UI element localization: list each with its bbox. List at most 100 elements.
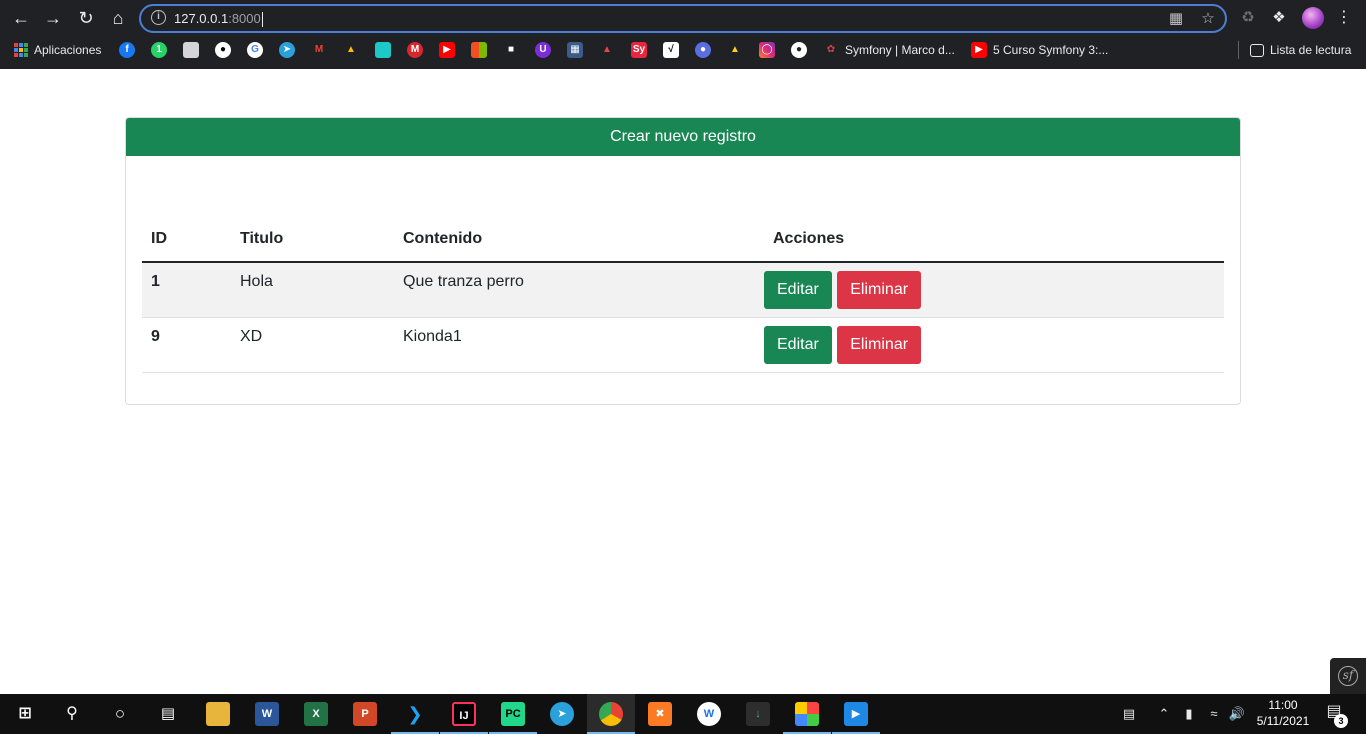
home-icon[interactable]: ⌂	[106, 6, 130, 30]
table-header-row: ID Titulo Contenido Acciones	[142, 222, 1224, 263]
math-app-icon[interactable]: √	[663, 41, 679, 59]
forward-arrow-icon[interactable]: →	[41, 6, 65, 30]
browser-app-icon[interactable]: W	[697, 702, 721, 726]
cortana-icon[interactable]: ○	[108, 702, 132, 726]
cell-actions: Editar Eliminar	[764, 262, 1224, 318]
bookmark-symfony[interactable]: ✿ Symfony | Marco d...	[823, 41, 955, 59]
qr-code-icon[interactable]: ▦	[1167, 10, 1185, 28]
address-url[interactable]: 127.0.0.1:8000	[174, 10, 263, 28]
powerpoint-icon[interactable]: P	[353, 702, 377, 726]
microsoft-icon[interactable]	[471, 41, 487, 59]
reading-list-icon	[1250, 43, 1264, 57]
bookmark-label: Aplicaciones	[34, 43, 102, 57]
tray-chevron-icon[interactable]: ⌃	[1156, 706, 1172, 722]
bookmark-label: Symfony | Marco d...	[845, 43, 955, 57]
edit-button[interactable]: Editar	[764, 271, 832, 309]
globe-icon[interactable]: ●	[791, 41, 807, 59]
excel-icon[interactable]: X	[304, 702, 328, 726]
cell-contenido: Que tranza perro	[394, 262, 764, 318]
gmail-icon[interactable]: M	[311, 41, 327, 59]
clock-time: 11:00	[1268, 698, 1298, 712]
symfony-icon: ✿	[823, 42, 839, 58]
word-icon[interactable]: W	[255, 702, 279, 726]
browser-chrome: ← → ↻ ⌂ i 127.0.0.1:8000 ▦ ☆ ♻ ❖ ⋮ Aplic…	[0, 0, 1366, 69]
u-app-icon[interactable]: U	[535, 41, 551, 59]
news-widget-icon[interactable]: ▤	[1116, 706, 1142, 722]
triangle-app-icon[interactable]: ▲	[599, 41, 615, 59]
battery-icon[interactable]: ▮	[1180, 706, 1198, 722]
reading-list-label: Lista de lectura	[1270, 43, 1352, 57]
task-view-icon[interactable]: ▤	[156, 702, 180, 726]
google-icon[interactable]: G	[247, 41, 263, 59]
recycle-extension-icon[interactable]: ♻	[1237, 7, 1259, 29]
create-record-button[interactable]: Crear nuevo registro	[126, 118, 1240, 156]
records-table: ID Titulo Contenido Acciones 1 Hola Que …	[142, 222, 1224, 373]
chrome-taskbar-icon[interactable]	[599, 702, 623, 726]
document-icon[interactable]	[183, 41, 199, 59]
browser-menu-icon[interactable]: ⋮	[1336, 6, 1352, 30]
cell-id: 1	[142, 262, 231, 318]
symfony-logo-icon: sf	[1338, 666, 1358, 686]
git-tool-icon[interactable]	[795, 702, 819, 726]
url-port: :8000	[228, 11, 261, 26]
column-header-acciones: Acciones	[764, 222, 1224, 263]
column-header-contenido: Contenido	[394, 222, 764, 263]
bookmarks-bar: Aplicaciones f 1 ● G ➤ M ▲ M ▶ ■ U ▦ ▲ S…	[0, 36, 1366, 64]
extensions-puzzle-icon[interactable]: ❖	[1268, 7, 1290, 29]
cell-titulo: XD	[231, 317, 394, 373]
reload-icon[interactable]: ↻	[74, 6, 98, 30]
firebase-icon[interactable]: ▲	[727, 41, 743, 59]
youtube-icon[interactable]: ▶	[439, 41, 455, 59]
mega-icon[interactable]: M	[407, 41, 423, 59]
records-card: Crear nuevo registro ID Titulo Contenido…	[125, 117, 1241, 405]
symfony-toolbar-toggle[interactable]: sf	[1330, 658, 1366, 694]
profile-avatar[interactable]	[1302, 7, 1324, 29]
table-row: 1 Hola Que tranza perro Editar Eliminar	[142, 262, 1224, 318]
wifi-icon[interactable]: ≈	[1205, 706, 1223, 722]
back-arrow-icon[interactable]: ←	[9, 6, 33, 30]
google-drive-icon[interactable]: ▲	[343, 41, 359, 59]
cell-contenido: Kionda1	[394, 317, 764, 373]
system-clock[interactable]: 11:00 5/11/2021	[1252, 697, 1314, 729]
reading-list[interactable]: Lista de lectura	[1238, 41, 1351, 59]
pycharm-icon[interactable]: PC	[501, 702, 525, 726]
bookmark-apps[interactable]: Aplicaciones	[14, 41, 101, 59]
unsplash-icon[interactable]: ■	[503, 41, 519, 59]
notification-count-badge: 3	[1334, 714, 1348, 728]
delete-button[interactable]: Eliminar	[837, 325, 922, 364]
facebook-icon[interactable]: f	[119, 41, 135, 59]
cell-actions: Editar Eliminar	[764, 317, 1224, 373]
windows-start-icon[interactable]: ⊞	[13, 702, 37, 726]
bookmark-star-icon[interactable]: ☆	[1199, 10, 1217, 28]
xampp-icon[interactable]: ✖	[648, 702, 672, 726]
url-host: 127.0.0.1	[174, 11, 229, 26]
cube-app-icon[interactable]	[375, 41, 391, 59]
column-header-id: ID	[142, 222, 231, 263]
intellij-icon[interactable]: IJ	[452, 702, 476, 726]
cell-titulo: Hola	[231, 262, 394, 318]
telegram-icon[interactable]: ➤	[279, 41, 295, 59]
telegram-taskbar-icon[interactable]: ➤	[550, 702, 574, 726]
file-explorer-icon[interactable]	[206, 702, 230, 726]
circle-app-icon[interactable]: ●	[695, 41, 711, 59]
search-icon[interactable]: ⚲	[60, 702, 84, 726]
instagram-icon[interactable]: ◯	[759, 41, 775, 59]
symbolab-icon[interactable]: Sy	[631, 41, 647, 59]
github-icon[interactable]: ●	[215, 41, 231, 59]
installer-icon[interactable]: ↓	[746, 702, 770, 726]
video-app-icon[interactable]: ▶	[844, 702, 868, 726]
youtube-icon: ▶	[971, 42, 987, 58]
grid-app-icon[interactable]: ▦	[567, 41, 583, 59]
delete-button[interactable]: Eliminar	[837, 271, 922, 309]
cell-id: 9	[142, 317, 231, 373]
vscode-icon[interactable]: ❯	[403, 702, 427, 726]
bookmark-curso-symfony[interactable]: ▶ 5 Curso Symfony 3:...	[971, 41, 1108, 59]
address-bar[interactable]: i 127.0.0.1:8000 ▦ ☆	[139, 4, 1227, 33]
volume-icon[interactable]: 🔊	[1228, 706, 1246, 722]
edit-button[interactable]: Editar	[764, 325, 832, 364]
text-caret	[261, 12, 263, 28]
bookmark-label: 5 Curso Symfony 3:...	[993, 43, 1109, 57]
site-info-icon[interactable]: i	[151, 10, 166, 25]
whatsapp-icon[interactable]: 1	[151, 41, 167, 59]
table-row: 9 XD Kionda1 Editar Eliminar	[142, 317, 1224, 373]
